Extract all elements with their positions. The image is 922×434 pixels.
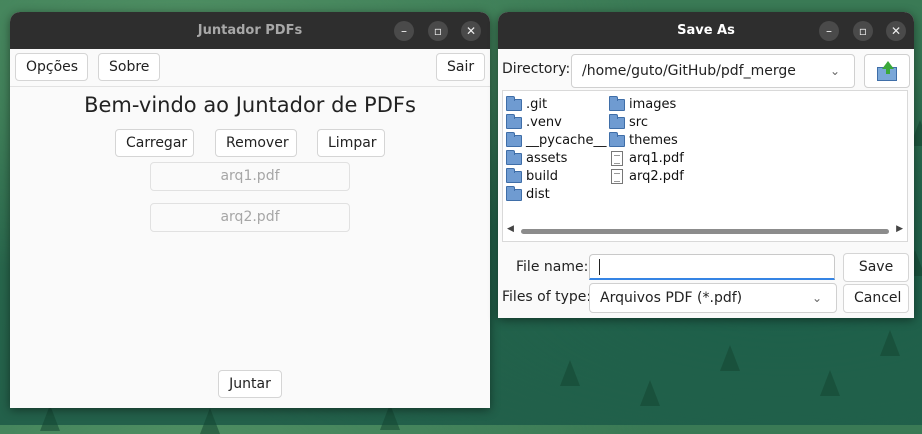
list-item-label: src: [629, 115, 648, 130]
filetype-label: Files of type:: [502, 289, 592, 305]
maximize-icon[interactable]: ▫: [853, 21, 873, 41]
list-item[interactable]: src: [609, 114, 648, 132]
folder-icon: [506, 96, 522, 111]
close-icon[interactable]: ✕: [461, 21, 481, 41]
list-item-label: __pycache__: [526, 133, 607, 148]
directory-label: Directory:: [502, 61, 571, 77]
list-item[interactable]: dist: [506, 186, 550, 204]
list-item[interactable]: assets: [506, 150, 567, 168]
horizontal-scrollbar[interactable]: ◀ ▶: [503, 222, 907, 240]
list-item-label: dist: [526, 187, 550, 202]
list-item[interactable]: __pycache__: [506, 132, 606, 150]
minimize-icon[interactable]: –: [394, 21, 414, 41]
list-item[interactable]: themes: [609, 132, 678, 150]
folder-icon: [609, 132, 625, 147]
list-item-label: images: [629, 97, 677, 112]
save-dialog-titlebar[interactable]: Save As – ▫ ✕: [498, 12, 914, 49]
document-icon: [611, 169, 623, 184]
folder-icon: [506, 114, 522, 129]
list-item-label: .git: [526, 97, 548, 112]
close-icon[interactable]: ✕: [886, 21, 906, 41]
folder-icon: [506, 132, 522, 147]
scroll-left-icon[interactable]: ◀: [507, 224, 514, 234]
save-dialog-title: Save As: [677, 23, 735, 38]
list-item[interactable]: arq1.pdf: [609, 150, 684, 168]
scroll-right-icon[interactable]: ▶: [896, 224, 903, 234]
list-item-label: build: [526, 169, 558, 184]
separator: [10, 86, 490, 87]
load-button[interactable]: Carregar: [115, 129, 194, 157]
options-button[interactable]: Opções: [15, 53, 88, 81]
cancel-button[interactable]: Cancel: [843, 284, 909, 313]
minimize-icon[interactable]: –: [819, 21, 839, 41]
folder-up-icon[interactable]: [864, 54, 910, 88]
list-item-label: assets: [526, 151, 568, 166]
remove-button[interactable]: Remover: [215, 129, 297, 157]
filename-label: File name:: [516, 259, 589, 275]
folder-icon: [506, 168, 522, 183]
directory-value: /home/guto/GitHub/pdf_merge: [582, 63, 796, 79]
text-cursor: [599, 259, 600, 275]
join-button[interactable]: Juntar: [218, 370, 282, 398]
document-icon: [611, 151, 623, 166]
list-item[interactable]: images: [609, 96, 676, 114]
folder-icon: [506, 150, 522, 165]
clear-button[interactable]: Limpar: [317, 129, 385, 157]
main-titlebar[interactable]: Juntador PDFs – ▫ ✕: [10, 12, 490, 49]
filename-input[interactable]: [589, 254, 835, 280]
chevron-down-icon: ⌄: [811, 291, 822, 305]
main-window-title: Juntador PDFs: [197, 23, 303, 38]
page-title: Bem-vindo ao Juntador de PDFs: [84, 93, 416, 117]
quit-button[interactable]: Sair: [436, 53, 485, 81]
list-item-label: themes: [629, 133, 678, 148]
directory-combo[interactable]: /home/guto/GitHub/pdf_merge ⌄: [571, 54, 855, 88]
folder-icon: [609, 96, 625, 111]
folder-icon: [506, 186, 522, 201]
list-item[interactable]: build: [506, 168, 558, 186]
filetype-combo[interactable]: Arquivos PDF (*.pdf) ⌄: [589, 283, 837, 313]
folder-icon: [609, 114, 625, 129]
file-entry-2[interactable]: arq2.pdf: [150, 203, 350, 232]
chevron-down-icon: ⌄: [829, 64, 840, 78]
list-item[interactable]: arq2.pdf: [609, 168, 684, 186]
list-item[interactable]: .git: [506, 96, 547, 114]
list-item-label: arq2.pdf: [629, 169, 684, 184]
filetype-value: Arquivos PDF (*.pdf): [600, 290, 743, 306]
scrollbar-thumb[interactable]: [521, 229, 889, 234]
save-button[interactable]: Save: [843, 253, 909, 282]
list-item-label: .venv: [526, 115, 562, 130]
maximize-icon[interactable]: ▫: [428, 21, 448, 41]
file-entry-1[interactable]: arq1.pdf: [150, 162, 350, 191]
list-item-label: arq1.pdf: [629, 151, 684, 166]
about-button[interactable]: Sobre: [98, 53, 160, 81]
list-item[interactable]: .venv: [506, 114, 562, 132]
